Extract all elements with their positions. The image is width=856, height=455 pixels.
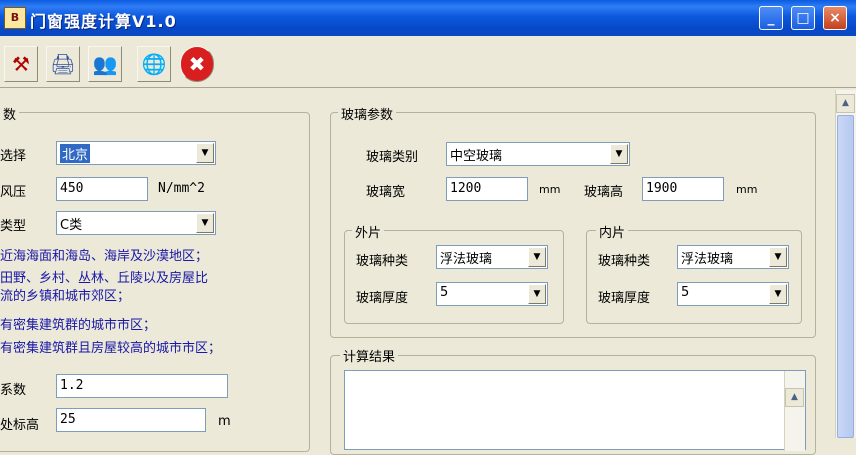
glass-height-input[interactable]: 1900 (642, 177, 724, 201)
results-scroll-up-icon[interactable]: ▲ (785, 388, 804, 407)
users-icon[interactable]: 👥 (88, 46, 122, 82)
outer-thick-select[interactable]: 5 ▼ (436, 282, 548, 306)
region-value: 北京 (60, 144, 91, 163)
terrain-desc-b1: 田野、乡村、丛林、丘陵以及房屋比 (0, 271, 209, 286)
inner-thick-value: 5 (681, 285, 690, 300)
pressure-unit: N/mm^2 (158, 181, 205, 196)
maximize-button[interactable]: □ (791, 6, 815, 30)
inner-kind-select[interactable]: 浮法玻璃 ▼ (677, 245, 789, 269)
pressure-label: 风压 (0, 185, 27, 200)
inner-kind-label: 玻璃种类 (598, 254, 651, 269)
outer-pane-legend: 外片 (352, 222, 385, 241)
height-label: 处标高 (0, 418, 40, 433)
toolbar (0, 36, 856, 88)
chevron-down-icon[interactable]: ▼ (769, 284, 787, 304)
height-input[interactable]: 25 (56, 408, 206, 432)
glass-height-label: 玻璃高 (584, 185, 624, 200)
glass-type-select[interactable]: 中空玻璃 ▼ (446, 142, 630, 166)
glass-type-value: 中空玻璃 (450, 149, 503, 164)
outer-kind-label: 玻璃种类 (356, 254, 409, 269)
terrain-select[interactable]: C类 ▼ (56, 211, 216, 235)
outer-thick-value: 5 (440, 285, 449, 300)
calculate-icon[interactable]: ⚒ (4, 46, 38, 82)
results-textarea[interactable] (344, 370, 806, 450)
terrain-desc-d: 有密集建筑群且房屋较高的城市市区； (0, 341, 222, 356)
chevron-down-icon[interactable]: ▼ (196, 143, 214, 163)
params-legend: 数 (0, 104, 20, 123)
glass-width-input[interactable]: 1200 (446, 177, 528, 201)
inner-kind-value: 浮法玻璃 (681, 252, 734, 267)
terrain-label: 类型 (0, 219, 27, 234)
window-scroll-up-icon[interactable]: ▲ (836, 94, 855, 113)
glass-params-legend: 玻璃参数 (338, 104, 397, 123)
chevron-down-icon[interactable]: ▼ (528, 284, 546, 304)
close-button[interactable]: × (823, 6, 847, 30)
coef-label: 系数 (0, 383, 27, 398)
glass-width-unit: mm (539, 183, 561, 196)
region-label: 选择 (0, 149, 27, 164)
chevron-down-icon[interactable]: ▼ (196, 213, 214, 233)
app-icon: B (4, 7, 26, 29)
minimize-button[interactable]: _ (759, 6, 783, 30)
terrain-value: C类 (60, 218, 83, 233)
chevron-down-icon[interactable]: ▼ (528, 247, 546, 267)
height-unit: m (218, 414, 231, 429)
inner-thick-label: 玻璃厚度 (598, 291, 651, 306)
chevron-down-icon[interactable]: ▼ (610, 144, 628, 164)
outer-kind-value: 浮法玻璃 (440, 252, 493, 267)
globe-icon[interactable]: 🌐 (137, 46, 171, 82)
region-select[interactable]: 北京 ▼ (56, 141, 216, 165)
pressure-input[interactable]: 450 (56, 177, 148, 201)
glass-type-label: 玻璃类别 (366, 150, 419, 165)
terrain-desc-b2: 流的乡镇和城市郊区； (0, 289, 131, 304)
results-scrollbar[interactable] (784, 371, 805, 451)
window-title: 门窗强度计算V1.0 (30, 12, 177, 31)
coef-input[interactable]: 1.2 (56, 374, 228, 398)
close-circle-icon[interactable]: ✖ (180, 46, 214, 82)
print-icon[interactable]: 🖨 (46, 46, 80, 82)
results-legend: 计算结果 (340, 346, 399, 365)
glass-width-label: 玻璃宽 (366, 185, 406, 200)
outer-thick-label: 玻璃厚度 (356, 291, 409, 306)
chevron-down-icon[interactable]: ▼ (769, 247, 787, 267)
inner-pane-legend: 内片 (596, 222, 629, 241)
outer-kind-select[interactable]: 浮法玻璃 ▼ (436, 245, 548, 269)
terrain-desc-c: 有密集建筑群的城市市区； (0, 318, 157, 333)
glass-height-unit: mm (736, 183, 758, 196)
terrain-desc-a: 近海海面和海岛、海岸及沙漠地区； (0, 249, 209, 264)
inner-thick-select[interactable]: 5 ▼ (677, 282, 789, 306)
window-scroll-thumb[interactable] (837, 115, 854, 438)
